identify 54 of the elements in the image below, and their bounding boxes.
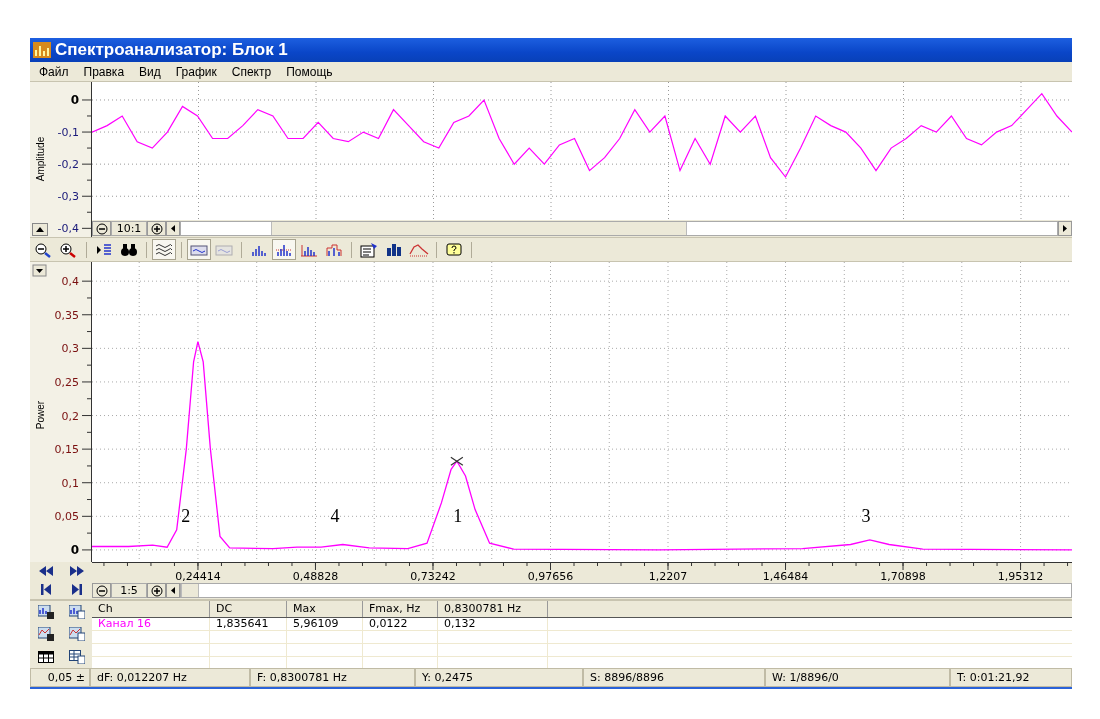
menu-item[interactable]: Вид bbox=[139, 64, 161, 79]
tick-label: 0,24414 bbox=[175, 570, 221, 582]
tick-label: 0,73242 bbox=[410, 570, 456, 582]
tick-label: 1,2207 bbox=[648, 570, 688, 582]
zoom-ratio: 10:1 bbox=[111, 221, 147, 236]
status-field: Y: 0,2475 bbox=[415, 668, 583, 687]
menu-item[interactable]: Правка bbox=[83, 64, 125, 79]
tick-label: 0,3 bbox=[61, 342, 79, 356]
tick-label: 1,46484 bbox=[762, 570, 809, 582]
tick-label: 1,70898 bbox=[880, 570, 926, 582]
tick-label: 0 bbox=[70, 542, 79, 557]
menu-item[interactable]: Спектр bbox=[231, 64, 272, 79]
table-cell: 5,96109 bbox=[287, 618, 363, 630]
table-cell: 0,132 bbox=[438, 618, 548, 630]
status-field: T: 0:01:21,92 bbox=[950, 668, 1072, 687]
menu-item[interactable]: Файл bbox=[39, 64, 69, 79]
status-field: dF: 0,012207 Hz bbox=[90, 668, 250, 687]
zoom-ratio: 1:5 bbox=[111, 583, 147, 598]
axis-title: Amplitude bbox=[35, 136, 46, 182]
tick-label: 0,15 bbox=[54, 443, 79, 457]
peak-number: 3 bbox=[861, 505, 871, 526]
tick-label: 0,1 bbox=[61, 476, 79, 490]
tick-label: 0,97656 bbox=[527, 570, 574, 582]
status-field: W: 1/8896/0 bbox=[765, 668, 950, 687]
column-header[interactable]: Fmax, Hz bbox=[363, 601, 438, 617]
tick-label: 0,25 bbox=[54, 375, 79, 389]
status-field: F: 0,8300781 Hz bbox=[250, 668, 415, 687]
tick-label: 1,95312 bbox=[997, 570, 1044, 582]
status-field: 0,05 ± bbox=[30, 668, 90, 687]
table-cell: 1,835641 bbox=[210, 618, 287, 630]
status-field: S: 8896/8896 bbox=[583, 668, 765, 687]
peak-number: 4 bbox=[330, 505, 340, 526]
tick-label: -0,1 bbox=[57, 126, 79, 140]
column-header[interactable]: 0,8300781 Hz bbox=[438, 601, 548, 617]
column-header[interactable]: DC bbox=[210, 601, 287, 617]
axis-title: Power bbox=[35, 400, 46, 430]
tick-label: 0,35 bbox=[54, 308, 79, 322]
column-header[interactable]: Ch bbox=[92, 601, 210, 617]
table-cell: Канал 16 bbox=[92, 618, 210, 630]
peak-number: 2 bbox=[181, 505, 191, 526]
tick-label: 0,48828 bbox=[292, 570, 339, 582]
menu-item[interactable]: График bbox=[175, 64, 217, 79]
window-title: Спектроанализатор: Блок 1 bbox=[55, 40, 288, 60]
tick-label: 0,4 bbox=[61, 275, 79, 289]
tick-label: 0,2 bbox=[61, 409, 79, 423]
tick-label: -0,4 bbox=[57, 222, 79, 236]
table-cell: 0,0122 bbox=[363, 618, 438, 630]
tick-label: 0 bbox=[70, 92, 79, 107]
tick-label: -0,2 bbox=[57, 158, 79, 172]
tick-label: 0,05 bbox=[54, 510, 79, 524]
tick-label: -0,3 bbox=[57, 190, 79, 204]
menu-item[interactable]: Помощь bbox=[286, 64, 333, 79]
peak-number: 1 bbox=[453, 505, 463, 526]
column-header[interactable]: Max bbox=[287, 601, 363, 617]
